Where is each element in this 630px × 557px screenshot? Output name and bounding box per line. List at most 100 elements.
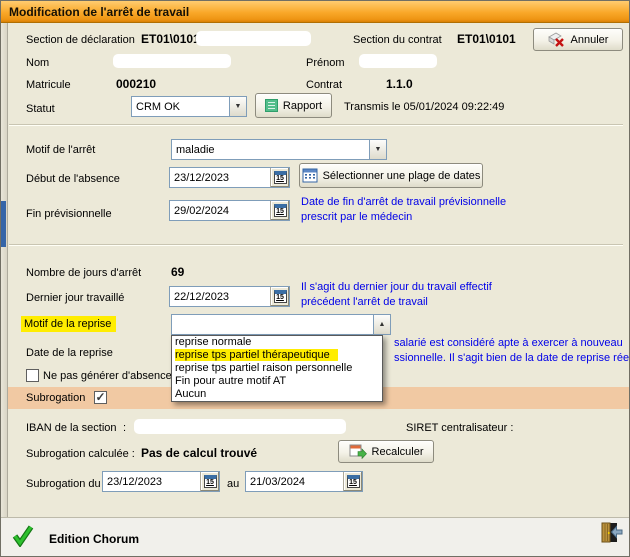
subrogation-du-label: Subrogation du [26,478,101,491]
dernier-jour-label: Dernier jour travaillé [26,292,124,305]
title-bar[interactable]: Modification de l'arrêt de travail [1,1,630,23]
subrogation-calculee-label: Subrogation calculée : [26,448,135,461]
annuler-button[interactable]: Annuler [533,28,623,51]
motif-reprise-label: Motif de la reprise [21,316,116,332]
ne-pas-generer-checkbox[interactable] [26,369,39,382]
date-picker-button[interactable]: 15 [200,472,219,491]
statut-combobox[interactable]: CRM OK ▼ [131,96,247,117]
exit-door-icon[interactable] [597,520,623,546]
date-reprise-label: Date de la reprise [26,347,113,360]
reprise-help-text: salarié est considéré apte à exercer à n… [394,337,623,350]
fin-help-text: Date de fin d'arrêt de travail prévision… [301,196,506,209]
recalculer-label: Recalculer [372,446,424,458]
separator [9,244,623,246]
fin-previsionnelle-label: Fin prévisionnelle [26,208,112,221]
separator [9,124,623,126]
dropdown-option[interactable]: reprise normale [172,336,382,349]
dernier-jour-value: 22/12/2023 [170,287,270,306]
option-label: Aucun [175,388,206,400]
calendar-icon: 15 [274,171,287,184]
statut-label: Statut [26,103,55,116]
motif-arret-value: maladie [172,140,369,159]
option-label-highlighted: reprise tps partiel thérapeutique [175,349,338,361]
motif-reprise-value [172,315,373,334]
dernier-jour-help-text: précédent l'arrêt de travail [301,296,428,309]
dropdown-option[interactable]: reprise tps partiel thérapeutique [172,349,382,362]
calendar-grid-icon [302,168,318,183]
subrogation-au-value: 21/03/2024 [246,472,343,491]
chevron-down-icon[interactable]: ▼ [369,140,386,159]
fin-help-text: prescrit par le médecin [301,211,412,224]
redacted-value [134,419,346,434]
validation-check-icon[interactable] [12,525,34,547]
au-label: au [227,478,239,491]
motif-arret-label: Motif de l'arrêt [26,144,95,157]
rapport-label: Rapport [283,100,322,112]
background-window-edge [1,201,6,247]
dernier-jour-datefield[interactable]: 22/12/2023 15 [169,286,290,307]
subrogation-checkbox[interactable]: ✓ [94,391,107,404]
annuler-label: Annuler [571,34,609,46]
section-contrat-value: ET01\0101 [457,33,516,46]
redacted-value [196,31,311,46]
nom-label: Nom [26,57,49,70]
debut-absence-label: Début de l'absence [26,173,120,186]
date-picker-button[interactable]: 15 [270,201,289,220]
chevron-down-icon[interactable]: ▼ [229,97,246,116]
window-title: Modification de l'arrêt de travail [9,5,189,19]
section-declaration-label: Section de déclaration [26,34,135,47]
dropdown-option[interactable]: Fin pour autre motif AT [172,375,382,388]
select-date-range-label: Sélectionner une plage de dates [323,170,481,182]
contrat-value: 1.1.0 [386,78,413,91]
reprise-help-text: ssionnelle. Il s'agit bien de la date de… [394,352,630,365]
recalculer-button[interactable]: Recalculer [338,440,434,463]
dialog-window: Modification de l'arrêt de travail Secti… [0,0,630,557]
option-label: reprise tps partiel raison personnelle [175,362,352,374]
cancel-icon [548,32,566,47]
dernier-jour-help-text: Il s'agit du dernier jour du travail eff… [301,281,492,294]
contrat-label: Contrat [306,79,342,92]
motif-reprise-combobox[interactable]: ▲ [171,314,391,335]
iban-label: IBAN de la section [26,422,117,435]
subrogation-label: Subrogation [26,392,85,405]
dropdown-option[interactable]: Aucun [172,388,382,401]
calendar-icon: 15 [204,475,217,488]
subrogation-calculee-value: Pas de calcul trouvé [141,447,257,460]
rapport-button[interactable]: Rapport [255,93,332,118]
matricule-value: 000210 [116,78,156,91]
fin-previsionnelle-datefield[interactable]: 29/02/2024 15 [169,200,290,221]
chevron-up-icon[interactable]: ▲ [373,315,390,334]
subrogation-au-datefield[interactable]: 21/03/2024 15 [245,471,363,492]
section-contrat-label: Section du contrat [353,34,442,47]
window-left-frame [1,23,8,557]
option-label: Fin pour autre motif AT [175,375,286,387]
motif-arret-combobox[interactable]: maladie ▼ [171,139,387,160]
dropdown-option[interactable]: reprise tps partiel raison personnelle [172,362,382,375]
redacted-value [359,54,437,68]
jours-arret-value: 69 [171,266,184,279]
motif-reprise-dropdown-list: reprise normale reprise tps partiel thér… [171,335,383,402]
transmis-text: Transmis le 05/01/2024 09:22:49 [344,101,504,114]
prenom-label: Prénom [306,57,345,70]
report-icon [265,99,278,112]
fin-previsionnelle-value: 29/02/2024 [170,201,270,220]
calendar-icon: 15 [347,475,360,488]
edition-chorum-label: Edition Chorum [49,533,139,546]
option-label: reprise normale [175,336,251,348]
subrogation-du-datefield[interactable]: 23/12/2023 15 [102,471,220,492]
date-picker-button[interactable]: 15 [343,472,362,491]
siret-label: SIRET centralisateur : [406,422,513,435]
matricule-label: Matricule [26,79,71,92]
date-picker-button[interactable]: 15 [270,168,289,187]
recalculate-calendar-icon [349,444,367,459]
redacted-value [113,54,231,68]
select-date-range-button[interactable]: Sélectionner une plage de dates [299,163,483,188]
ne-pas-generer-label: Ne pas générer d'absence [43,370,172,383]
subrogation-du-value: 23/12/2023 [103,472,200,491]
iban-colon: : [123,422,126,435]
debut-absence-datefield[interactable]: 23/12/2023 15 [169,167,290,188]
section-declaration-value: ET01\0101 [141,33,200,46]
statut-value: CRM OK [132,97,229,116]
date-picker-button[interactable]: 15 [270,287,289,306]
calendar-icon: 15 [274,290,287,303]
